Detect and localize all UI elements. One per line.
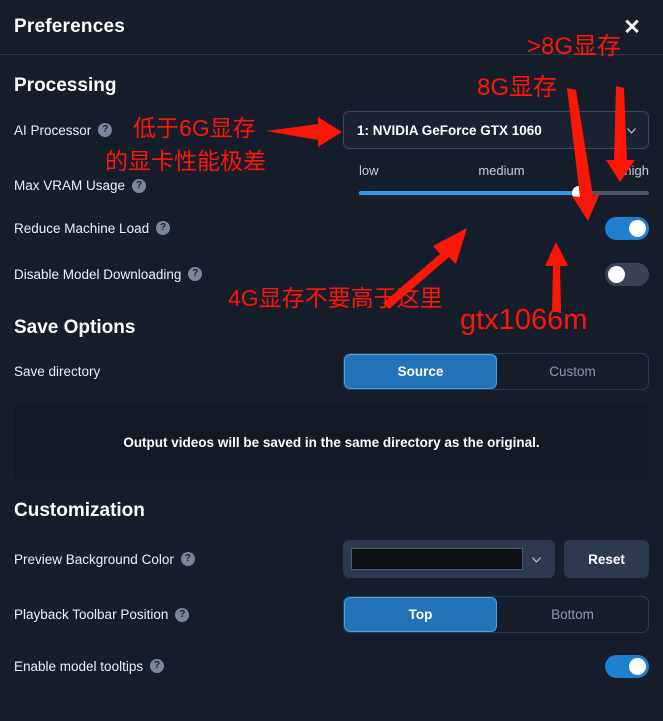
max-vram-label-text: Max VRAM Usage [14,178,126,193]
row-enable-model-tooltips: Enable model tooltips ? [14,649,649,683]
help-icon-disable-model-downloading[interactable]: ? [188,267,203,281]
slider-tick-high: high [624,163,649,178]
help-icon-max-vram[interactable]: ? [132,178,147,193]
row-preview-background-color: Preview Background Color ? Reset [14,540,649,578]
label-enable-model-tooltips: Enable model tooltips ? [14,658,165,674]
reduce-machine-load-control [605,216,649,240]
disable-model-downloading-label-text: Disable Model Downloading [14,266,182,282]
playback-toolbar-position-control: Top Bottom [343,596,649,633]
max-vram-slider[interactable] [359,186,649,200]
label-disable-model-downloading: Disable Model Downloading ? [14,266,203,282]
page-title: Preferences [14,16,125,37]
toggle-knob [629,657,646,675]
section-heading-save-options: Save Options [14,317,136,338]
save-directory-control: Source Custom [343,353,649,390]
section-heading-processing: Processing [14,75,117,96]
playback-toolbar-position-label-text: Playback Toolbar Position [14,607,169,622]
disable-model-downloading-control [605,262,649,286]
segment-source[interactable]: Source [344,354,497,389]
segmented-save-directory: Source Custom [343,353,649,390]
slider-tick-low: low [359,163,379,178]
reduce-machine-load-label-text: Reduce Machine Load [14,220,150,236]
help-icon-enable-model-tooltips[interactable]: ? [150,659,165,673]
toggle-knob [608,265,625,283]
slider-thumb[interactable] [572,186,587,200]
window-titlebar: Preferences ✕ [0,0,663,55]
preview-bg-color-label-text: Preview Background Color [14,551,174,567]
chevron-down-icon [532,556,541,563]
preferences-content: Processing AI Processor ? 1: NVIDIA GeFo… [0,75,663,683]
toggle-knob [629,219,646,237]
slider-fill [359,191,580,195]
close-icon[interactable]: ✕ [619,14,645,40]
label-save-directory: Save directory [14,364,100,379]
slider-tick-labels: low medium high [359,163,649,178]
ai-processor-control: 1: NVIDIA GeForce GTX 1060 [343,111,649,149]
toggle-disable-model-downloading[interactable] [605,262,649,286]
ai-processor-selected-value: 1: NVIDIA GeForce GTX 1060 [357,122,542,138]
preview-bg-color-control: Reset [343,540,649,578]
row-playback-toolbar-position: Playback Toolbar Position ? Top Bottom [14,596,649,633]
toggle-enable-model-tooltips[interactable] [605,654,649,678]
help-icon-reduce-machine-load[interactable]: ? [156,221,171,235]
section-heading-customization: Customization [14,500,145,521]
row-save-directory: Save directory Source Custom [14,353,649,390]
help-icon-preview-bg-color[interactable]: ? [180,552,195,566]
enable-model-tooltips-label-text: Enable model tooltips [14,658,144,674]
label-reduce-machine-load: Reduce Machine Load ? [14,220,171,236]
help-icon-ai-processor[interactable]: ? [98,123,113,137]
row-reduce-machine-load: Reduce Machine Load ? [14,211,649,245]
save-directory-info-panel: Output videos will be saved in the same … [14,404,649,480]
toggle-reduce-machine-load[interactable] [605,216,649,240]
max-vram-slider-group: low medium high [359,163,649,200]
ai-processor-label-text: AI Processor [14,122,92,138]
label-max-vram-usage: Max VRAM Usage ? [14,178,147,195]
ai-processor-dropdown[interactable]: 1: NVIDIA GeForce GTX 1060 [343,111,649,149]
label-playback-toolbar-position: Playback Toolbar Position ? [14,607,190,622]
color-picker-preview-background[interactable] [343,540,555,578]
row-disable-model-downloading: Disable Model Downloading ? [14,257,649,291]
label-ai-processor: AI Processor ? [14,122,113,138]
label-preview-background-color: Preview Background Color ? [14,552,195,567]
row-ai-processor: AI Processor ? 1: NVIDIA GeForce GTX 106… [14,111,649,149]
segmented-playback-toolbar-position: Top Bottom [343,596,649,633]
segment-top[interactable]: Top [344,597,497,632]
segment-custom[interactable]: Custom [497,354,648,389]
slider-tick-medium: medium [478,163,525,178]
enable-model-tooltips-control [605,654,649,678]
help-icon-playback-toolbar-position[interactable]: ? [175,607,190,622]
save-directory-info-text: Output videos will be saved in the same … [123,434,540,450]
reset-button[interactable]: Reset [564,540,649,578]
save-directory-label-text: Save directory [14,364,101,379]
chevron-down-icon [627,127,636,134]
segment-bottom[interactable]: Bottom [497,597,648,632]
row-max-vram-usage: Max VRAM Usage ? low medium high [14,161,649,200]
color-swatch [351,548,523,570]
